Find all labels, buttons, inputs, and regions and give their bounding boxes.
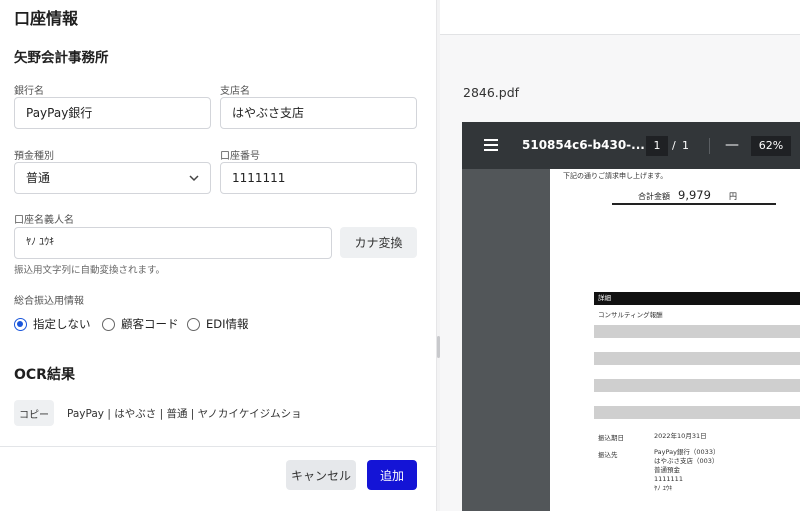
radio-none-label: 指定しない	[33, 317, 91, 331]
footer-divider	[0, 446, 436, 447]
copy-button[interactable]: コピー	[14, 400, 54, 426]
pdf-page: 下記の通りご請求申し上げます。 合計金額 9,979 円 詳細 コンサルティング…	[550, 169, 800, 511]
branch-name-label: 支店名	[220, 86, 250, 97]
payee-line: 1111111	[654, 475, 683, 483]
radio-unchecked-icon	[187, 317, 200, 331]
preview-header	[440, 0, 800, 34]
pdf-toolbar: 510854c6-b430-... 1 / 1 — 62%	[462, 122, 800, 169]
payee-label: 振込先	[598, 451, 618, 459]
preview-panel: 2846.pdf 510854c6-b430-... 1 / 1 — 62% 下…	[440, 0, 800, 511]
payee-line: PayPay銀行（0033）	[654, 448, 720, 456]
ocr-title: OCR結果	[14, 367, 75, 383]
ocr-result-text: PayPay | はやぶさ | 普通 | ヤノカイケイジムショ	[67, 408, 302, 420]
account-number-field[interactable]: 1111111	[220, 162, 417, 194]
pdf-file-name: 2846.pdf	[463, 85, 520, 100]
due-date-label: 振込期日	[598, 434, 624, 442]
deposit-type-select[interactable]: 普通	[14, 162, 211, 194]
chevron-down-icon	[189, 175, 199, 182]
detail-redacted-row	[594, 352, 800, 365]
radio-checked-icon	[14, 317, 27, 331]
detail-item: コンサルティング報酬	[598, 311, 663, 319]
radio-customer-code-label: 顧客コード	[121, 317, 179, 331]
total-value: 9,979	[678, 188, 711, 202]
radio-edi[interactable]: EDI情報	[187, 316, 249, 332]
menu-icon[interactable]	[484, 139, 498, 151]
account-form-panel: 口座情報 矢野会計事務所 銀行名 PayPay銀行 支店名 はやぶさ支店 預金種…	[0, 0, 436, 511]
branch-name-field[interactable]: はやぶさ支店	[220, 97, 417, 129]
total-label: 合計金額	[638, 192, 670, 201]
transfer-info-label: 総合振込用情報	[14, 296, 84, 307]
kana-convert-button[interactable]: カナ変換	[340, 227, 417, 258]
zoom-out-icon[interactable]: —	[725, 137, 739, 153]
holder-name-helper: 振込用文字列に自動変換されます。	[14, 265, 166, 276]
page-total: 1	[682, 139, 689, 152]
radio-unchecked-icon	[102, 317, 115, 331]
payee-line: 普通預金	[654, 466, 680, 474]
add-button[interactable]: 追加	[367, 460, 417, 490]
pdf-viewer[interactable]: 510854c6-b430-... 1 / 1 — 62% 下記の通りご請求申し…	[462, 122, 800, 511]
holder-name-label: 口座名義人名	[14, 215, 74, 226]
deposit-type-value: 普通	[26, 171, 51, 185]
radio-customer-code[interactable]: 顧客コード	[102, 316, 179, 332]
bank-name-label: 銀行名	[14, 86, 44, 97]
page-separator: /	[672, 139, 676, 152]
bank-name-field[interactable]: PayPay銀行	[14, 97, 211, 129]
detail-redacted-row	[594, 406, 800, 419]
due-date-value: 2022年10月31日	[654, 432, 707, 440]
preview-header-divider	[440, 34, 800, 35]
detail-redacted-row	[594, 379, 800, 392]
total-underline	[612, 203, 776, 205]
detail-header: 詳細	[594, 292, 800, 305]
page-title: 口座情報	[14, 9, 79, 28]
pdf-doc-title: 510854c6-b430-...	[522, 138, 645, 152]
page-number-input[interactable]: 1	[646, 136, 668, 156]
payee-line: ﾔﾉ ﾕｳｷ	[654, 484, 673, 492]
account-number-label: 口座番号	[220, 151, 260, 162]
zoom-level[interactable]: 62%	[751, 136, 791, 156]
holder-name-field[interactable]: ﾔﾉ ﾕｳｷ	[14, 227, 332, 259]
radio-edi-label: EDI情報	[206, 317, 249, 331]
deposit-type-label: 預金種別	[14, 151, 54, 162]
toolbar-separator	[709, 138, 710, 154]
invoice-greeting: 下記の通りご請求申し上げます。	[563, 172, 668, 180]
detail-redacted-row	[594, 325, 800, 338]
cancel-button[interactable]: キャンセル	[286, 460, 356, 490]
payee-line: はやぶさ支店（003）	[654, 457, 719, 465]
total-unit: 円	[729, 192, 737, 201]
office-name: 矢野会計事務所	[14, 50, 109, 66]
radio-none[interactable]: 指定しない	[14, 316, 91, 332]
